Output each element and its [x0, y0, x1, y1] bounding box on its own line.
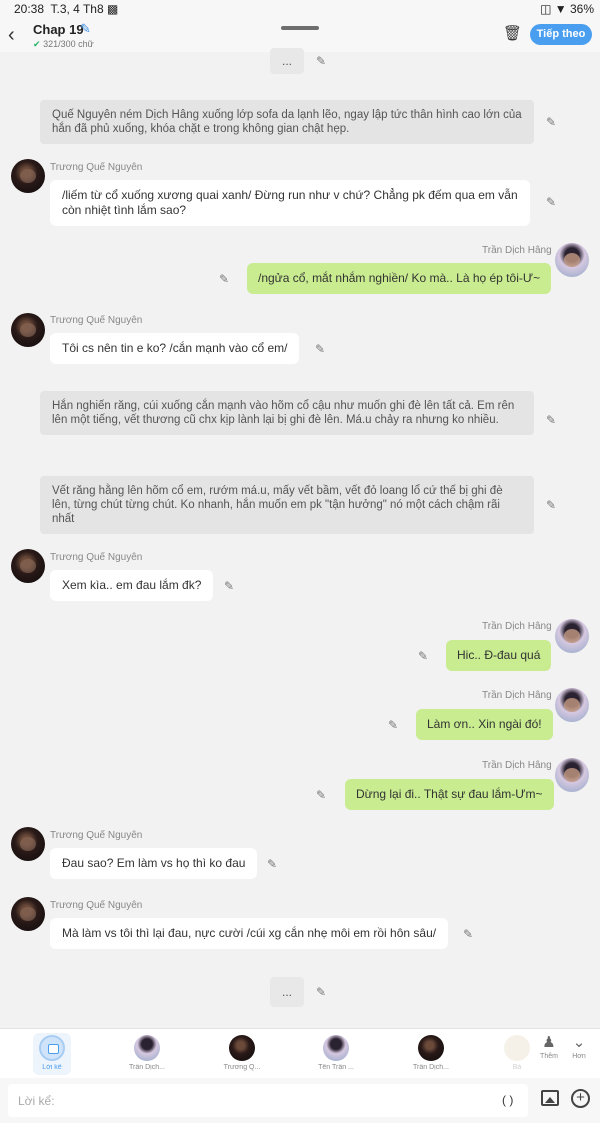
status-bar: 20:38 T.3, 4 Th8 ▩ ◫ ▼ 36% [0, 0, 600, 18]
speaker-name: Trương Quế Nguyên [50, 830, 143, 841]
speaker-name: Trần Dịch Hâng [482, 760, 552, 771]
speaker-name: Trương Quế Nguyên [50, 162, 143, 173]
compose-bar: ( ) + [0, 1078, 600, 1123]
speaker-name: Trần Dịch Hâng [482, 690, 552, 701]
status-time-date: 20:38 T.3, 4 Th8 ▩ [14, 2, 119, 16]
collapsed-ellipsis-bottom[interactable]: ... [270, 977, 304, 1007]
message-bubble[interactable]: Xem kìa.. em đau lắm đk? [50, 570, 214, 601]
narration-icon [39, 1035, 65, 1061]
avatar [11, 313, 45, 347]
avatar [555, 758, 589, 792]
edit-pencil-icon[interactable]: ✎ [388, 718, 398, 732]
edit-pencil-icon[interactable]: ✎ [418, 649, 428, 663]
speaker-name: Trần Dịch Hâng [482, 621, 552, 632]
edit-pencil-icon[interactable]: ✎ [546, 115, 556, 129]
avatar [229, 1035, 255, 1061]
chapter-header: ‹ Chap 19 ✎ ✔ 321/300 chữ 🗑 Tiếp theo [0, 18, 600, 52]
message-bubble[interactable]: Đau sao? Em làm vs họ thì ko đau [50, 848, 258, 879]
tab-narration[interactable]: Lời kể [33, 1033, 71, 1075]
speaker-name: Trần Dịch Hâng [482, 245, 552, 256]
message-bubble[interactable]: Tôi cs nên tin e ko? /cắn mạnh vào cổ em… [50, 333, 300, 364]
edit-pencil-icon[interactable]: ✎ [316, 985, 326, 999]
narration-block[interactable]: Vết răng hằng lên hõm cổ em, rướm má.u, … [40, 476, 534, 534]
collapsed-ellipsis-top[interactable]: ... [270, 48, 304, 74]
story-feed[interactable]: ... ✎ Quế Nguyên ném Dịch Hâng xuống lớp… [0, 48, 600, 1028]
word-count: ✔ 321/300 chữ [33, 39, 94, 49]
message-bubble[interactable]: Hic.. Đ-đau quá [446, 640, 552, 671]
avatar [555, 243, 589, 277]
tab-character[interactable]: Tên Trần ... [306, 1033, 366, 1071]
edit-pencil-icon[interactable]: ✎ [463, 927, 473, 941]
message-bubble[interactable]: Làm ơn.. Xin ngài đó! [416, 709, 553, 740]
edit-pencil-icon[interactable]: ✎ [546, 498, 556, 512]
add-person-icon: ♟ [542, 1034, 556, 1051]
edit-pencil-icon[interactable]: ✎ [546, 413, 556, 427]
check-icon: ✔ [33, 39, 41, 49]
chapter-title[interactable]: Chap 19 [33, 22, 84, 37]
status-battery: ◫ ▼ 36% [540, 2, 594, 16]
narration-block[interactable]: Quế Nguyên ném Dịch Hâng xuống lớp sofa … [40, 100, 534, 144]
avatar [323, 1035, 349, 1061]
avatar [11, 897, 45, 931]
edit-pencil-icon[interactable]: ✎ [267, 857, 277, 871]
back-arrow-icon[interactable]: ‹ [8, 24, 15, 47]
add-character-button[interactable]: ♟ Thêm [534, 1033, 564, 1060]
tab-character[interactable]: Trần Dịch... [401, 1033, 461, 1071]
drag-handle[interactable] [281, 26, 319, 30]
next-button[interactable]: Tiếp theo [530, 24, 592, 45]
add-icon[interactable]: + [571, 1089, 590, 1108]
trash-icon[interactable]: 🗑 [503, 24, 522, 42]
tab-character[interactable]: Trương Q... [212, 1033, 272, 1071]
avatar [11, 549, 45, 583]
action-paren-button[interactable]: ( ) [502, 1093, 513, 1107]
edit-pencil-icon[interactable]: ✎ [316, 788, 326, 802]
avatar [11, 159, 45, 193]
message-bubble[interactable]: Dừng lại đi.. Thật sự đau lắm-Ưm~ [345, 779, 554, 810]
rename-pencil-icon[interactable]: ✎ [80, 21, 91, 37]
tab-character[interactable]: Bả [504, 1033, 530, 1071]
edit-pencil-icon[interactable]: ✎ [219, 272, 229, 286]
speaker-name: Trương Quế Nguyên [50, 900, 143, 911]
edit-pencil-icon[interactable]: ✎ [546, 195, 556, 209]
message-bubble[interactable]: /liếm từ cổ xuống xương quai xanh/ Đừng … [50, 180, 530, 226]
message-bubble[interactable]: /ngửa cổ, mắt nhắm nghiền/ Ko mà.. Là họ… [247, 263, 552, 294]
avatar [555, 688, 589, 722]
message-bubble[interactable]: Mà làm vs tôi thì lại đau, nực cười /cúi… [50, 918, 449, 949]
edit-pencil-icon[interactable]: ✎ [316, 54, 326, 68]
edit-pencil-icon[interactable]: ✎ [224, 579, 234, 593]
message-input[interactable] [8, 1084, 528, 1117]
avatar [418, 1035, 444, 1061]
speaker-name: Trương Quế Nguyên [50, 552, 143, 563]
edit-pencil-icon[interactable]: ✎ [315, 342, 325, 356]
chevron-down-icon: ⌄ [572, 1034, 586, 1051]
speaker-name: Trương Quế Nguyên [50, 315, 143, 326]
character-tabbar: Lời kể Trần Dịch... Trương Q... Tên Trần… [0, 1028, 600, 1078]
avatar [504, 1035, 530, 1061]
avatar [555, 619, 589, 653]
tab-character[interactable]: Trần Dịch... [117, 1033, 177, 1071]
image-icon[interactable] [541, 1090, 559, 1106]
narration-block[interactable]: Hắn nghiến răng, cúi xuống cắn mạnh vào … [40, 391, 534, 435]
avatar [134, 1035, 160, 1061]
avatar [11, 827, 45, 861]
expand-button[interactable]: ⌄ Hơn [564, 1033, 594, 1060]
